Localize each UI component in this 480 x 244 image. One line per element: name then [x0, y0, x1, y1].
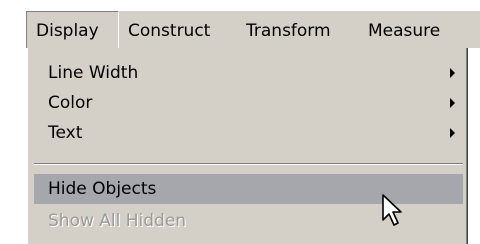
submenu-arrow-icon: [450, 98, 455, 108]
menu-item-label: Color: [48, 93, 93, 113]
menu-item-color[interactable]: Color: [34, 88, 463, 118]
menu-construct[interactable]: Construct: [128, 11, 210, 49]
menu-bar: Display Construct Transform Measure: [26, 10, 480, 49]
submenu-arrow-icon: [450, 128, 455, 138]
menu-item-label: Hide Objects: [48, 179, 157, 199]
menu-item-text[interactable]: Text: [34, 118, 463, 148]
menu-separator: [34, 163, 463, 165]
menu-transform[interactable]: Transform: [246, 11, 331, 49]
menu-item-label: Text: [48, 123, 83, 143]
menu-item-line-width[interactable]: Line Width: [34, 58, 463, 88]
menu-item-label: Show All Hidden: [48, 211, 187, 231]
menu-item-label: Line Width: [48, 63, 139, 83]
menu-display[interactable]: Display: [26, 11, 119, 49]
submenu-arrow-icon: [450, 68, 455, 78]
screen: Display Construct Transform Measure Line…: [0, 0, 480, 244]
menu-measure[interactable]: Measure: [368, 11, 440, 49]
mouse-pointer-icon: [382, 194, 402, 226]
